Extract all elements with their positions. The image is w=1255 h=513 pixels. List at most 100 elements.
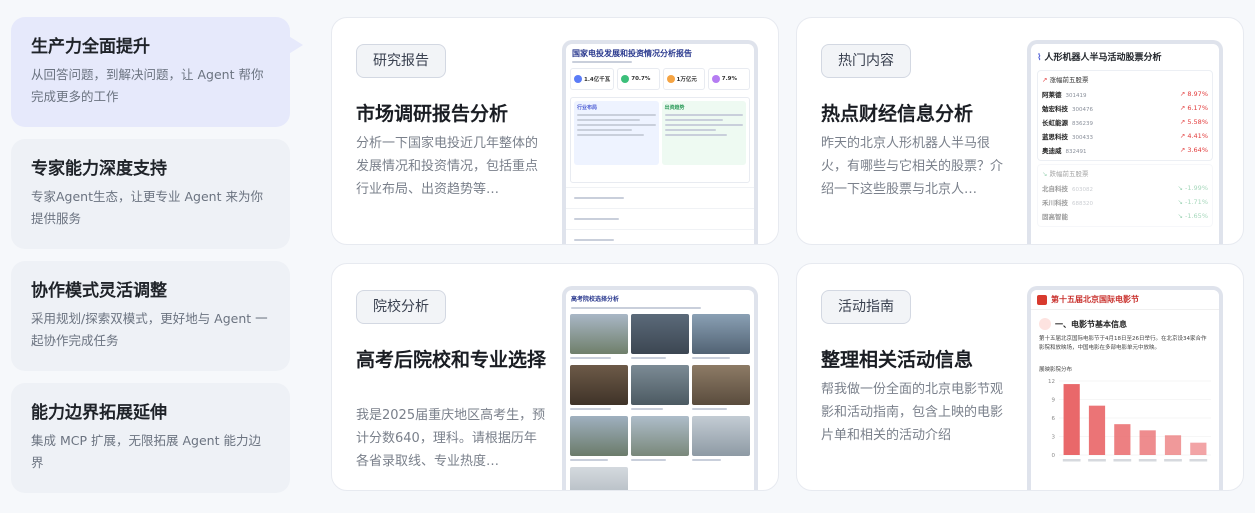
x-tick-placeholder [1088, 459, 1106, 462]
feature-title: 能力边界拓展延伸 [31, 403, 167, 423]
feature-item-expert[interactable]: 专家能力深度支持 专家Agent生态，让更专业 Agent 来为你提供服务 [11, 139, 290, 249]
stock-name: 长虹能源 [1042, 119, 1068, 127]
stock-code: 301419 [1065, 93, 1087, 99]
example-card-market-research[interactable]: 研究报告 市场调研报告分析 分析一下国家电投近几年整体的发展情况和投资情况，包括… [331, 17, 779, 245]
gainers-heading: ↗ 涨幅前五股票 [1042, 74, 1208, 87]
calendar-icon [1039, 318, 1051, 330]
stock-change: ↗ 8.97% [1179, 90, 1208, 98]
preview-title: ⌇ 人形机器人半马活动股票分析 [1031, 44, 1219, 67]
festival-bar-chart: 12 9 6 3 0 [1048, 379, 1211, 462]
preview-title: 高考院校选择分析 [571, 296, 620, 303]
feature-item-productivity[interactable]: 生产力全面提升 从回答问题，到解决问题，让 Agent 帮你完成更多的工作 [11, 17, 290, 127]
kpi-row: 1.4亿千瓦 70.7% 1万亿元 7.9% [566, 65, 754, 93]
kpi-card: 1万亿元 [662, 68, 705, 90]
stock-code: 688320 [1072, 201, 1093, 207]
stock-change: ↘ -1.99% [1177, 184, 1208, 192]
campus-photo [570, 314, 628, 362]
stock-name: 禾川科技 [1042, 199, 1068, 207]
accordion-row [566, 229, 754, 244]
kpi-card: 7.9% [707, 68, 750, 90]
card-tag: 活动指南 [821, 290, 911, 324]
stock-name: 北自科技 [1042, 185, 1068, 193]
campus-photo [570, 467, 628, 490]
stock-change: ↗ 5.58% [1179, 118, 1208, 126]
stock-name: 蓝思科技 [1042, 133, 1068, 141]
campus-photo [570, 365, 628, 413]
losers-heading-text: 跌幅前五股票 [1049, 170, 1089, 178]
stock-row: 勉宏科技 300476 ↗ 6.17% [1042, 101, 1208, 115]
kpi-value: 7.9% [721, 76, 738, 82]
kpi-value: 1.4亿千瓦 [584, 77, 611, 83]
y-tick-label: 12 [1048, 379, 1055, 385]
feature-desc: 采用规划/探索双模式，更好地与 Agent 一起协作完成任务 [31, 311, 268, 348]
x-tick-placeholder [1138, 459, 1157, 462]
card-desc: 我是2025届重庆地区高考生，预计分数640，理科。请根据历年各省录取线、专业热… [356, 408, 546, 469]
panel-left: 行业布局 [574, 101, 659, 165]
campus-photo [570, 416, 628, 464]
stock-change: ↘ -1.71% [1177, 198, 1208, 206]
feature-desc: 专家Agent生态，让更专业 Agent 来为你提供服务 [31, 189, 263, 226]
x-tick-placeholder [1113, 459, 1132, 462]
kpi-card: 1.4亿千瓦 [570, 68, 615, 90]
chart-bar [1063, 384, 1080, 455]
example-card-school-analysis[interactable]: 院校分析 高考后院校和专业选择 我是2025届重庆地区高考生，预计分数640，理… [331, 263, 779, 491]
example-card-event-guide[interactable]: 活动指南 整理相关活动信息 帮我做一份全面的北京电影节观影和活动指南，包含上映的… [796, 263, 1244, 491]
card-title: 市场调研报告分析 [356, 103, 509, 125]
gainers-group: ↗ 涨幅前五股票 阿莱德 301419 ↗ 8.97% 勉宏科技 300476 ↗ 6.… [1037, 70, 1213, 161]
stock-code: 832491 [1065, 149, 1087, 155]
accordion-row [566, 187, 754, 208]
card-desc: 昨天的北京人形机器人半马很火，有哪些与它相关的股票？介绍一下这些股票与北京人… [821, 136, 1004, 197]
y-tick-label: 6 [1052, 416, 1056, 422]
kpi-icon [666, 75, 675, 83]
festival-section-title: 一、电影节基本信息 [1055, 319, 1127, 329]
festival-body-text: 第十五届北京国际电影节于4月18日至26日举行。在北京设34家合作影院和放映场，… [1039, 336, 1207, 351]
stock-code: 603082 [1072, 187, 1093, 193]
stock-name: 奥迪威 [1042, 147, 1062, 155]
preview-title-text: 人形机器人半马活动股票分析 [1044, 53, 1162, 63]
stock-code: 300433 [1072, 135, 1093, 141]
chart-bar [1139, 430, 1156, 455]
stock-row: 长虹能源 836239 ↗ 5.58% [1042, 115, 1208, 129]
active-pointer [287, 35, 303, 55]
y-tick-label: 9 [1052, 398, 1056, 404]
card-desc: 帮我做一份全面的北京电影节观影和活动指南，包含上映的电影片单和相关的活动介绍 [821, 382, 1004, 443]
stock-change: ↘ -1.65% [1177, 212, 1208, 220]
stock-code: 300476 [1072, 107, 1093, 113]
preview-title: 国家电投发展和投资情况分析报告 [572, 49, 692, 58]
report-section: 行业布局 出资趋势 [570, 97, 750, 183]
y-tick-label: 3 [1052, 435, 1056, 441]
feature-item-capability[interactable]: 能力边界拓展延伸 集成 MCP 扩展，无限拓展 Agent 能力边界 [11, 383, 290, 493]
feature-title: 协作模式灵活调整 [31, 281, 167, 301]
card-desc: 分析一下国家电投近几年整体的发展情况和投资情况，包括重点行业布局、出资趋势等… [356, 136, 539, 197]
chart-line-icon: ⌇ [1037, 53, 1042, 63]
chart-bar [1164, 435, 1182, 455]
x-tick-placeholder [1062, 459, 1081, 462]
festival-header: 第十五届北京国际电影节 [1031, 290, 1219, 310]
chart-bar [1190, 442, 1207, 455]
accordion-row [566, 208, 754, 229]
stock-code: 836239 [1072, 121, 1093, 127]
campus-photo [631, 314, 689, 362]
feature-item-collaboration[interactable]: 协作模式灵活调整 采用规划/探索双模式，更好地与 Agent 一起协作完成任务 [11, 261, 290, 371]
festival-title: 第十五届北京国际电影节 [1051, 295, 1139, 304]
stock-name: 勉宏科技 [1042, 105, 1068, 113]
stocks-preview: ⌇ 人形机器人半马活动股票分析 ↗ 涨幅前五股票 阿莱德 301419 ↗ 8.97… [1027, 40, 1223, 244]
report-preview: 国家电投发展和投资情况分析报告 1.4亿千瓦 70.7% 1万亿元 7.9% 行… [562, 40, 758, 244]
kpi-icon [574, 75, 582, 83]
stock-row: 奥迪威 832491 ↗ 3.64% [1042, 143, 1208, 157]
stock-change: ↗ 3.64% [1179, 146, 1208, 154]
x-tick-placeholder [1189, 459, 1208, 462]
example-card-hot-topics[interactable]: 热门内容 热点财经信息分析 昨天的北京人形机器人半马很火，有哪些与它相关的股票？… [796, 17, 1244, 245]
festival-section: 一、电影节基本信息 [1031, 310, 1219, 333]
stock-name: 阿莱德 [1042, 91, 1062, 99]
campus-photo [631, 416, 689, 464]
trend-up-icon: ↗ [1042, 76, 1048, 84]
gainers-heading-text: 涨幅前五股票 [1049, 76, 1089, 84]
stock-change: ↗ 4.41% [1179, 132, 1208, 140]
panel-left-heading: 行业布局 [577, 105, 598, 111]
feature-desc: 从回答问题，到解决问题，让 Agent 帮你完成更多的工作 [31, 67, 264, 104]
festival-preview: 第十五届北京国际电影节 一、电影节基本信息 第十五届北京国际电影节于4月18日至… [1027, 286, 1223, 490]
schools-preview: 高考院校选择分析 [562, 286, 758, 490]
y-tick-label: 0 [1052, 453, 1056, 459]
chart-bar [1088, 405, 1106, 455]
